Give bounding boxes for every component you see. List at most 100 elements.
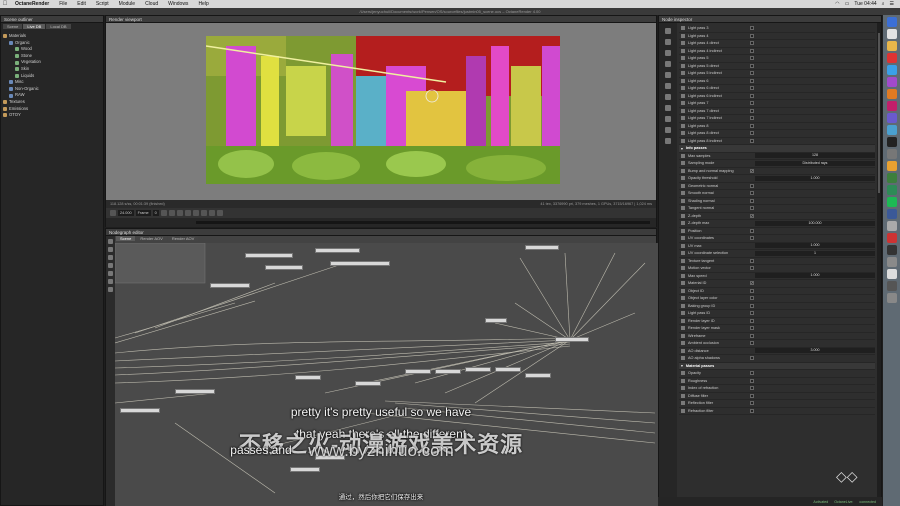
parameter-checkbox[interactable] — [750, 86, 754, 91]
graph-node[interactable] — [330, 261, 390, 266]
parameter-row[interactable]: Light pass 8 indirect — [679, 138, 875, 145]
parameter-checkbox[interactable] — [750, 26, 754, 31]
parameter-checkbox[interactable]: ✔ — [750, 168, 754, 173]
graph-node[interactable] — [175, 389, 215, 394]
section-header[interactable]: ▾ Material passes — [679, 362, 875, 370]
parameter-checkbox[interactable] — [750, 236, 754, 241]
chevron-down-icon[interactable]: ▾ — [681, 363, 683, 368]
nodegraph-canvas[interactable] — [115, 243, 658, 506]
parameter-row[interactable]: Light pass 4 — [679, 33, 875, 40]
graph-node[interactable] — [245, 253, 293, 258]
parameter-row[interactable]: Shading normal — [679, 198, 875, 205]
pause-icon[interactable] — [184, 210, 191, 216]
graph-node[interactable] — [495, 367, 521, 372]
region-icon[interactable] — [192, 210, 199, 216]
parameter-row[interactable]: Motion vector — [679, 265, 875, 273]
blender-icon[interactable] — [886, 161, 897, 171]
parameter-row[interactable]: Object layer color — [679, 295, 875, 303]
camera-icon[interactable] — [200, 210, 207, 216]
parameter-checkbox[interactable] — [750, 356, 754, 361]
graph-node[interactable] — [295, 375, 321, 380]
inspector-scrollbar[interactable] — [877, 23, 881, 506]
parameter-checkbox[interactable] — [750, 341, 754, 346]
scrollbar-thumb[interactable] — [878, 33, 880, 193]
parameter-row[interactable]: Light pass 7 indirect — [679, 115, 875, 123]
parameter-row[interactable]: Index of refraction — [679, 385, 875, 393]
parameter-checkbox[interactable] — [750, 78, 754, 83]
parameter-checkbox[interactable] — [750, 408, 754, 413]
parameter-row[interactable]: Baking group ID — [679, 303, 875, 310]
photoshop-icon[interactable] — [886, 65, 897, 75]
parameter-row[interactable]: AO distance 3.000 — [679, 348, 875, 355]
passes-icon[interactable] — [665, 83, 671, 89]
menu-help[interactable]: Help — [193, 1, 213, 7]
parameter-value-field[interactable]: 1 — [755, 250, 875, 256]
menu-app[interactable]: OctaneRender — [10, 1, 54, 7]
parameter-row[interactable]: UV coordinates — [679, 235, 875, 243]
parameter-row[interactable]: Roughness — [679, 378, 875, 385]
parameter-value-field[interactable]: 1.000 — [755, 273, 875, 279]
aftereffects-icon[interactable] — [886, 113, 897, 123]
parameter-checkbox[interactable]: ✔ — [750, 281, 754, 286]
outliner-item[interactable]: Textures — [3, 99, 101, 106]
app-icon[interactable] — [886, 53, 897, 63]
app-icon-9[interactable] — [886, 269, 897, 279]
parameter-row[interactable]: AO alpha shadows — [679, 355, 875, 363]
parameter-checkbox[interactable] — [750, 116, 754, 121]
parameter-row[interactable]: Light pass 3 — [679, 25, 875, 33]
parameter-checkbox[interactable] — [750, 318, 754, 323]
outliner-item[interactable]: Misc — [3, 79, 101, 86]
outliner-item[interactable]: Vegetation — [3, 59, 101, 66]
parameter-checkbox[interactable] — [750, 33, 754, 38]
parameter-row[interactable]: Opacity threshold 1.000 — [679, 175, 875, 183]
fps-field[interactable]: 24.000 — [118, 210, 134, 216]
parameter-row[interactable]: Max speed 1.000 — [679, 273, 875, 280]
menu-cloud[interactable]: Cloud — [140, 1, 163, 7]
parameter-row[interactable]: Refraction filter — [679, 408, 875, 415]
parameter-row[interactable]: UV max 1.000 — [679, 243, 875, 250]
parameter-checkbox[interactable] — [750, 56, 754, 61]
parameter-value-field[interactable]: 100.000 — [755, 220, 875, 226]
clock[interactable]: Tue 04:44 — [854, 1, 876, 7]
timeline-track[interactable] — [196, 221, 650, 224]
app-icon-10[interactable] — [886, 281, 897, 291]
parameter-row[interactable]: Diffuse filter — [679, 393, 875, 400]
parameter-value-field[interactable]: 1.000 — [755, 175, 875, 181]
layout-icon[interactable] — [108, 279, 113, 284]
parameter-row[interactable]: Texture tangent — [679, 258, 875, 265]
app-icon-6[interactable] — [886, 221, 897, 231]
parameter-row[interactable]: Light pass 5 — [679, 55, 875, 63]
parameter-row[interactable]: Z-depth max 100.000 — [679, 220, 875, 228]
parameter-row[interactable]: Light pass 8 direct — [679, 130, 875, 138]
graph-node[interactable] — [210, 283, 250, 288]
parameter-row[interactable]: Render layer ID — [679, 318, 875, 325]
parameter-checkbox[interactable] — [750, 378, 754, 383]
parameter-checkbox[interactable]: ✔ — [750, 213, 754, 218]
parameter-row[interactable]: Light pass 7 — [679, 100, 875, 108]
parameter-checkbox[interactable] — [750, 48, 754, 53]
lightroom-icon[interactable] — [886, 125, 897, 135]
tab-scene[interactable]: Scene — [3, 24, 23, 29]
outliner-item[interactable]: Non-Organic — [3, 86, 101, 93]
tab-local-db[interactable]: Local DB — [46, 24, 71, 29]
parameter-checkbox[interactable] — [750, 296, 754, 301]
parameter-checkbox[interactable] — [750, 386, 754, 391]
parameter-row[interactable]: Material ID ✔ — [679, 280, 875, 288]
parameter-checkbox[interactable] — [750, 191, 754, 196]
geometry-icon[interactable] — [665, 94, 671, 100]
parameter-row[interactable]: Light pass 6 direct — [679, 85, 875, 93]
duplicate-icon[interactable] — [108, 247, 113, 252]
zoom-icon[interactable] — [216, 210, 223, 216]
parameter-checkbox[interactable] — [750, 41, 754, 46]
restart-icon[interactable] — [176, 210, 183, 216]
parameter-checkbox[interactable] — [750, 63, 754, 68]
trash-icon[interactable] — [886, 293, 897, 303]
parameter-checkbox[interactable] — [750, 206, 754, 211]
spotify-icon[interactable] — [886, 197, 897, 207]
parameter-row[interactable]: Wireframe — [679, 333, 875, 340]
outliner-item[interactable]: Organic — [3, 40, 101, 47]
section-header[interactable]: ▾ Info passes — [679, 145, 875, 153]
parameter-row[interactable]: Max samples 128 — [679, 153, 875, 160]
frame-field[interactable]: 0 — [152, 210, 159, 216]
parameter-checkbox[interactable] — [750, 93, 754, 98]
